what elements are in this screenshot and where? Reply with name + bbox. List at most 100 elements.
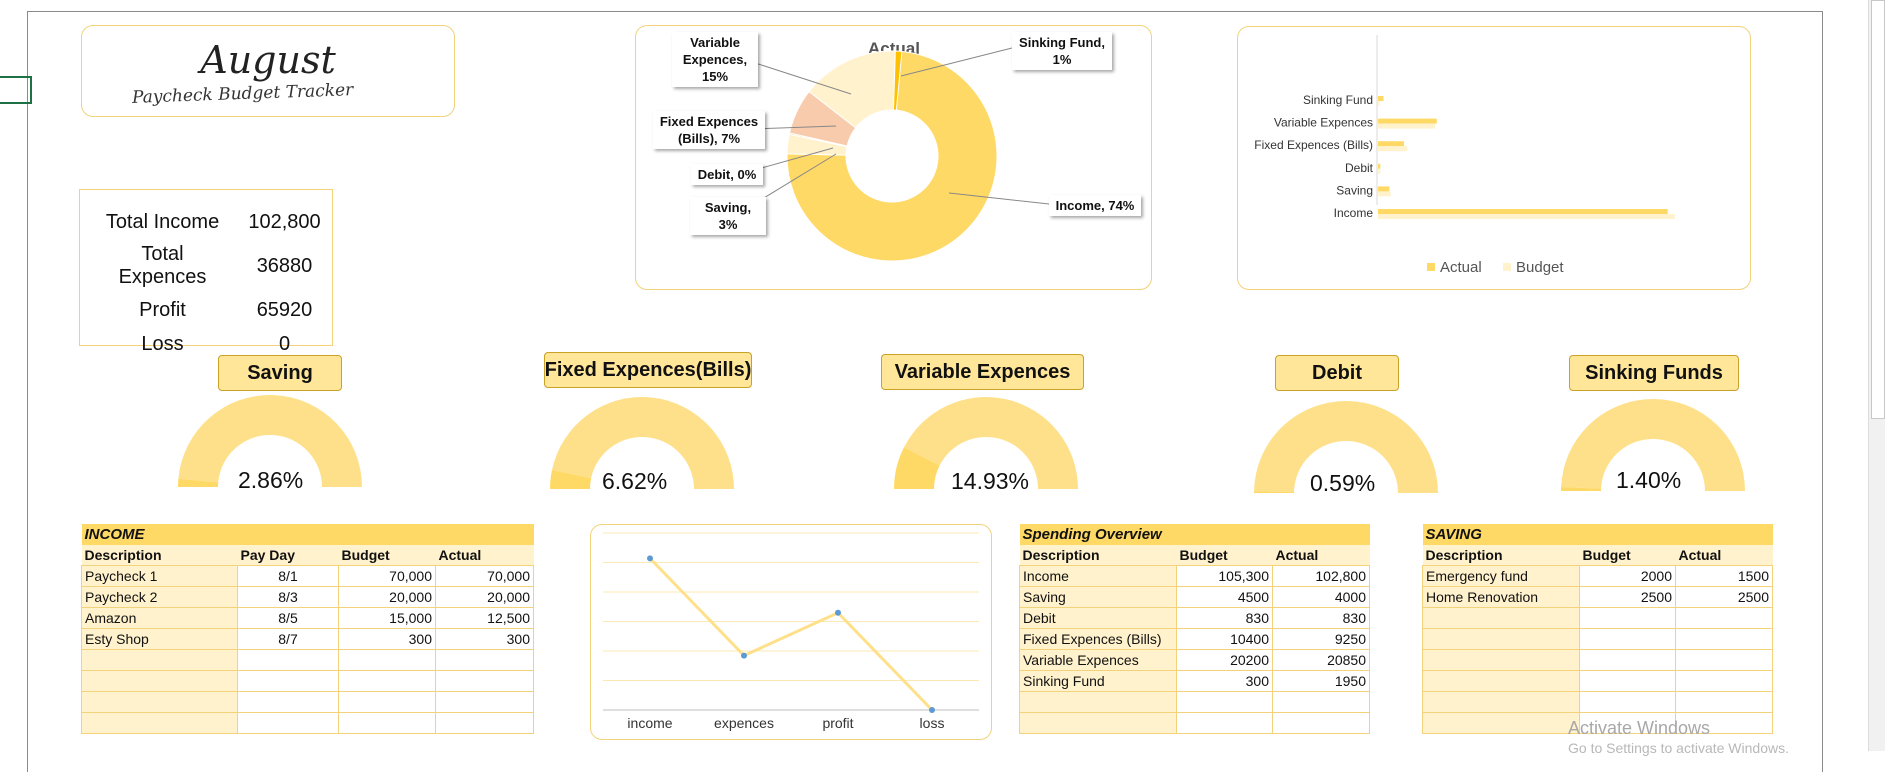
table-cell[interactable]: 105,300: [1176, 565, 1273, 587]
bar-actual[interactable]: [1378, 118, 1437, 124]
table-cell[interactable]: 300: [338, 628, 436, 650]
line-point[interactable]: [929, 707, 935, 713]
table-cell[interactable]: Variable Expences: [1019, 649, 1177, 671]
empty-row[interactable]: [1422, 649, 1774, 671]
bar-budget[interactable]: [1378, 168, 1381, 174]
table-cell[interactable]: [1019, 712, 1177, 734]
line-point[interactable]: [835, 609, 841, 616]
table-row[interactable]: Amazon 8/5 15,000 12,500: [81, 607, 534, 629]
table-cell[interactable]: [1422, 649, 1580, 671]
table-cell[interactable]: [1579, 691, 1676, 713]
table-row[interactable]: Sinking Fund 300 1950: [1019, 670, 1370, 692]
table-cell[interactable]: 4000: [1272, 586, 1370, 608]
table-row[interactable]: Income 105,300 102,800: [1019, 565, 1370, 587]
table-cell[interactable]: 300: [1176, 670, 1273, 692]
line-point[interactable]: [741, 652, 747, 659]
table-cell[interactable]: [435, 691, 534, 713]
scrollbar-thumb[interactable]: [1871, 0, 1885, 419]
table-cell[interactable]: [1422, 712, 1580, 734]
table-cell[interactable]: [338, 670, 436, 692]
table-cell[interactable]: 830: [1272, 607, 1370, 629]
table-cell[interactable]: [435, 649, 534, 671]
table-row[interactable]: Variable Expences 20200 20850: [1019, 649, 1370, 671]
empty-row[interactable]: [1422, 670, 1774, 692]
table-cell[interactable]: 8/1: [237, 565, 339, 587]
table-cell[interactable]: Amazon: [81, 607, 238, 629]
table-cell[interactable]: 2000: [1579, 565, 1676, 587]
table-cell[interactable]: [338, 649, 436, 671]
bar-budget[interactable]: [1378, 191, 1391, 197]
table-row[interactable]: Emergency fund 2000 1500: [1422, 565, 1774, 587]
table-cell[interactable]: [1422, 607, 1580, 629]
table-cell[interactable]: Emergency fund: [1422, 565, 1580, 587]
table-cell[interactable]: [81, 712, 238, 734]
empty-row[interactable]: [1019, 712, 1370, 734]
table-row[interactable]: Saving 4500 4000: [1019, 586, 1370, 608]
table-cell[interactable]: [1176, 691, 1273, 713]
table-row[interactable]: Fixed Expences (Bills) 10400 9250: [1019, 628, 1370, 650]
bar-actual[interactable]: [1378, 141, 1405, 147]
table-cell[interactable]: [1674, 607, 1774, 629]
table-cell[interactable]: Saving: [1019, 586, 1177, 608]
bar-budget[interactable]: [1378, 214, 1675, 219]
table-cell[interactable]: 8/5: [237, 607, 339, 629]
table-cell[interactable]: [1674, 691, 1774, 713]
table-cell[interactable]: [237, 712, 339, 734]
table-cell[interactable]: Paycheck 1: [81, 565, 238, 587]
table-cell[interactable]: 12,500: [435, 607, 534, 629]
table-cell[interactable]: [1019, 691, 1177, 713]
empty-row[interactable]: [1422, 607, 1774, 629]
table-cell[interactable]: [81, 649, 238, 671]
table-cell[interactable]: Fixed Expences (Bills): [1019, 628, 1177, 650]
bar-actual[interactable]: [1378, 96, 1384, 101]
table-cell[interactable]: [1579, 628, 1676, 650]
table-cell[interactable]: [1579, 607, 1676, 629]
table-cell[interactable]: [435, 670, 534, 692]
table-cell[interactable]: 1500: [1674, 565, 1774, 587]
table-row[interactable]: Paycheck 1 8/1 70,000 70,000: [81, 565, 534, 587]
table-cell[interactable]: 20,000: [338, 586, 436, 608]
line-chart-card[interactable]: income expences profit loss: [590, 524, 992, 740]
table-cell[interactable]: [1422, 691, 1580, 713]
table-cell[interactable]: [1674, 628, 1774, 650]
table-cell[interactable]: [81, 670, 238, 692]
table-cell[interactable]: [338, 691, 436, 713]
table-row[interactable]: Home Renovation 2500 2500: [1422, 586, 1774, 608]
bar-budget[interactable]: [1378, 123, 1435, 129]
table-row[interactable]: Debit 830 830: [1019, 607, 1370, 629]
table-cell[interactable]: 830: [1176, 607, 1273, 629]
empty-row[interactable]: [81, 649, 534, 671]
table-cell[interactable]: 20850: [1272, 649, 1370, 671]
empty-row[interactable]: [81, 691, 534, 713]
table-cell[interactable]: [338, 712, 436, 734]
table-cell[interactable]: 20200: [1176, 649, 1273, 671]
table-cell[interactable]: [1422, 670, 1580, 692]
bar-chart-card[interactable]: Sinking Fund Variable Expences Fixed Expen…: [1237, 26, 1751, 290]
line-point[interactable]: [647, 555, 653, 562]
bar-actual[interactable]: [1378, 163, 1381, 169]
table-row[interactable]: Paycheck 2 8/3 20,000 20,000: [81, 586, 534, 608]
table-cell[interactable]: Esty Shop: [81, 628, 238, 650]
table-cell[interactable]: 102,800: [1272, 565, 1370, 587]
table-cell[interactable]: 10400: [1176, 628, 1273, 650]
table-cell[interactable]: Home Renovation: [1422, 586, 1580, 608]
table-cell[interactable]: [1674, 670, 1774, 692]
table-cell[interactable]: 300: [435, 628, 534, 650]
table-cell[interactable]: Income: [1019, 565, 1177, 587]
table-cell[interactable]: [1422, 628, 1580, 650]
table-cell[interactable]: Sinking Fund: [1019, 670, 1177, 692]
table-cell[interactable]: [1579, 670, 1676, 692]
selected-cell-marker[interactable]: [0, 76, 32, 104]
table-cell[interactable]: Debit: [1019, 607, 1177, 629]
bar-budget[interactable]: [1378, 101, 1380, 106]
table-cell[interactable]: 8/3: [237, 586, 339, 608]
table-cell[interactable]: [1176, 712, 1273, 734]
table-cell[interactable]: [1674, 649, 1774, 671]
table-cell[interactable]: [435, 712, 534, 734]
table-cell[interactable]: [237, 649, 339, 671]
table-cell[interactable]: [1272, 691, 1370, 713]
bar-actual[interactable]: [1378, 209, 1668, 214]
table-cell[interactable]: [1272, 712, 1370, 734]
table-cell[interactable]: [237, 691, 339, 713]
table-row[interactable]: Esty Shop 8/7 300 300: [81, 628, 534, 650]
